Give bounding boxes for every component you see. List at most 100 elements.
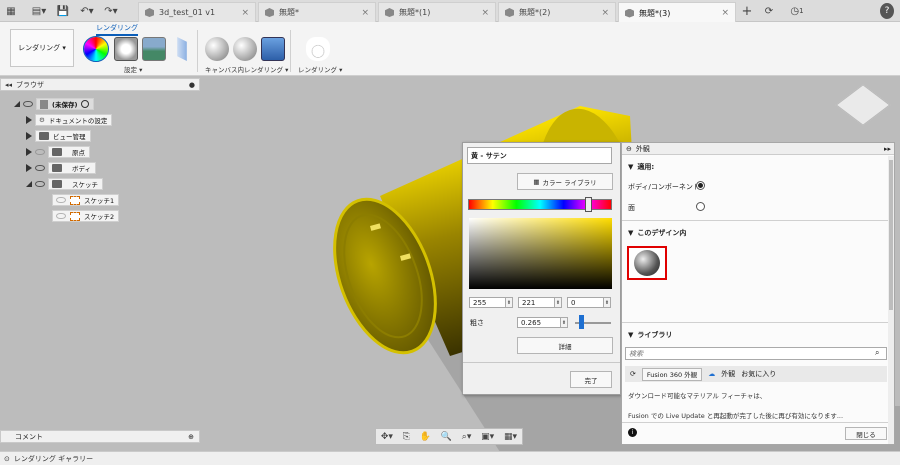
red-spinner[interactable]: ⬍ xyxy=(505,297,513,308)
new-tab-icon[interactable]: + xyxy=(740,3,754,19)
visibility-eye-icon[interactable] xyxy=(35,165,45,171)
close-icon[interactable]: × xyxy=(361,8,369,18)
zoom-icon[interactable]: 🔍 xyxy=(441,432,452,442)
grid-menu-icon[interactable]: ▦ xyxy=(4,3,18,19)
tab-fusion-appearance[interactable]: Fusion 360 外観 xyxy=(641,367,703,381)
blue-spinner[interactable]: ⬍ xyxy=(603,297,611,308)
tree-item-sketch2[interactable]: スケッチ2 xyxy=(52,210,120,222)
roughness-input[interactable]: 0.265 xyxy=(517,317,561,328)
display-settings-icon[interactable]: ▣▾ xyxy=(481,432,494,442)
visibility-eye-icon[interactable] xyxy=(35,181,45,187)
expand-icon[interactable] xyxy=(26,148,32,156)
details-button[interactable]: 詳細 xyxy=(517,337,613,354)
zoom-window-icon[interactable]: ⌕▾ xyxy=(462,432,472,442)
close-button[interactable]: 閉じる xyxy=(845,427,887,440)
tree-item-origin[interactable]: 原点 xyxy=(26,146,119,158)
close-icon[interactable]: × xyxy=(721,8,729,18)
tab-appearance[interactable]: 外観 xyxy=(721,369,735,379)
tree-item-doc-settings[interactable]: ⚙ ドキュメントの設定 xyxy=(26,114,119,126)
expand-icon[interactable] xyxy=(26,181,32,187)
clock-icon[interactable]: ◷ 1 xyxy=(786,3,808,19)
refresh-icon[interactable]: ⟳ xyxy=(630,370,636,378)
tab-rendering[interactable]: レンダリング xyxy=(96,23,138,36)
scene-settings-icon[interactable] xyxy=(114,37,138,61)
close-icon[interactable]: × xyxy=(601,8,609,18)
tab-doc-1[interactable]: 3d_test_01 v1 × xyxy=(138,2,256,22)
rendering-gallery-label[interactable]: レンダリング ギャラリー xyxy=(14,454,93,464)
visibility-eye-icon[interactable] xyxy=(35,149,45,155)
render-group-label[interactable]: レンダリング ▾ xyxy=(298,64,342,74)
tab-doc-5[interactable]: 無題*(3) × xyxy=(618,2,736,23)
roughness-spinner[interactable]: ⬍ xyxy=(560,317,568,328)
pin-icon[interactable]: ⊙ xyxy=(4,455,10,463)
help-icon[interactable]: ? xyxy=(880,3,894,19)
texture-map-icon[interactable] xyxy=(142,37,166,61)
green-spinner[interactable]: ⬍ xyxy=(554,297,562,308)
roughness-slider-thumb[interactable] xyxy=(579,315,584,329)
expand-panel-icon[interactable]: ▸▸ xyxy=(884,145,891,153)
expand-icon[interactable] xyxy=(26,116,32,124)
tab-doc-2[interactable]: 無題* × xyxy=(258,2,376,22)
blue-input[interactable]: 0 xyxy=(567,297,604,308)
pan-icon[interactable]: ✋ xyxy=(420,432,431,442)
in-design-material-swatch[interactable] xyxy=(627,246,667,280)
canvas-render-settings-icon[interactable] xyxy=(233,37,257,61)
saturation-value-field[interactable] xyxy=(469,218,612,289)
browser-header[interactable]: ◂◂ ブラウザ ● xyxy=(0,78,200,91)
library-search-input[interactable] xyxy=(625,347,887,360)
appearance-header[interactable]: ⊖ 外観 ▸▸ xyxy=(622,143,894,155)
orbit-icon[interactable]: ✥▾ xyxy=(381,432,393,442)
visibility-eye-icon[interactable] xyxy=(23,101,33,107)
search-icon[interactable]: ⌕ xyxy=(875,348,879,358)
visibility-eye-icon[interactable] xyxy=(56,213,66,219)
canvas-render-group-label[interactable]: キャンバス内レンダリング ▾ xyxy=(205,64,288,74)
info-icon[interactable]: i xyxy=(628,428,637,437)
workspace-switcher[interactable]: レンダリング ▾ xyxy=(10,29,74,67)
pin-icon[interactable]: ⊖ xyxy=(626,145,632,153)
apply-face-radio[interactable] xyxy=(696,202,705,211)
green-input[interactable]: 221 xyxy=(518,297,555,308)
look-at-icon[interactable]: ⎘ xyxy=(403,432,410,442)
save-icon[interactable]: 💾 xyxy=(56,3,70,19)
color-library-button[interactable]: ▦ カラー ライブラリ xyxy=(517,173,613,190)
pin-icon[interactable]: ● xyxy=(189,81,195,89)
file-menu-icon[interactable]: ▤▾ xyxy=(30,3,48,19)
comments-bar[interactable]: コメント ⊕ xyxy=(0,430,200,443)
in-design-section-header[interactable]: ▼ このデザイン内 xyxy=(622,226,686,240)
visibility-eye-icon[interactable] xyxy=(56,197,66,203)
tab-favorites[interactable]: お気に入り xyxy=(741,369,776,379)
tab-doc-3[interactable]: 無題*(1) × xyxy=(378,2,496,22)
expand-icon[interactable] xyxy=(26,164,32,172)
job-status-icon[interactable]: ⟳ xyxy=(762,3,776,19)
teapot-render-icon[interactable] xyxy=(306,37,330,61)
grid-settings-icon[interactable]: ▦▾ xyxy=(504,432,517,442)
close-icon[interactable]: × xyxy=(481,8,489,18)
tree-item-bodies[interactable]: ボディ xyxy=(26,162,119,174)
red-input[interactable]: 255 xyxy=(469,297,506,308)
canvas-render-icon[interactable] xyxy=(205,37,229,61)
material-name-field[interactable]: 黄 - サテン xyxy=(467,147,612,164)
add-comment-icon[interactable]: ⊕ xyxy=(188,433,194,441)
tab-doc-4[interactable]: 無題*(2) × xyxy=(498,2,616,22)
undo-icon[interactable]: ↶▾ xyxy=(78,3,96,19)
expand-icon[interactable] xyxy=(26,132,32,140)
apply-body-radio[interactable] xyxy=(696,181,705,190)
activate-radio[interactable] xyxy=(81,100,90,108)
expand-icon[interactable] xyxy=(14,101,20,107)
tree-item-sketches[interactable]: スケッチ xyxy=(26,178,119,190)
done-button[interactable]: 完了 xyxy=(570,371,612,388)
setup-group-label[interactable]: 設定 ▾ xyxy=(124,64,142,74)
tree-root[interactable]: (未保存) xyxy=(14,98,119,110)
appearance-icon[interactable] xyxy=(83,36,109,62)
library-section-header[interactable]: ▼ ライブラリ xyxy=(622,328,672,342)
capture-image-icon[interactable] xyxy=(261,37,285,61)
redo-icon[interactable]: ↷▾ xyxy=(102,3,120,19)
browser-tree: (未保存) ⚙ ドキュメントの設定 ビュー管理 原点 ボディ スケッチ スケッチ1… xyxy=(14,98,120,222)
apply-section-header[interactable]: ▼ 適用: xyxy=(622,160,654,174)
hue-slider-thumb[interactable] xyxy=(585,197,592,212)
tree-item-sketch1[interactable]: スケッチ1 xyxy=(52,194,120,206)
collapse-icon[interactable]: ◂◂ xyxy=(5,81,12,89)
tree-item-named-views[interactable]: ビュー管理 xyxy=(26,130,119,142)
scrollbar-thumb[interactable] xyxy=(889,160,893,310)
close-icon[interactable]: × xyxy=(241,8,249,18)
